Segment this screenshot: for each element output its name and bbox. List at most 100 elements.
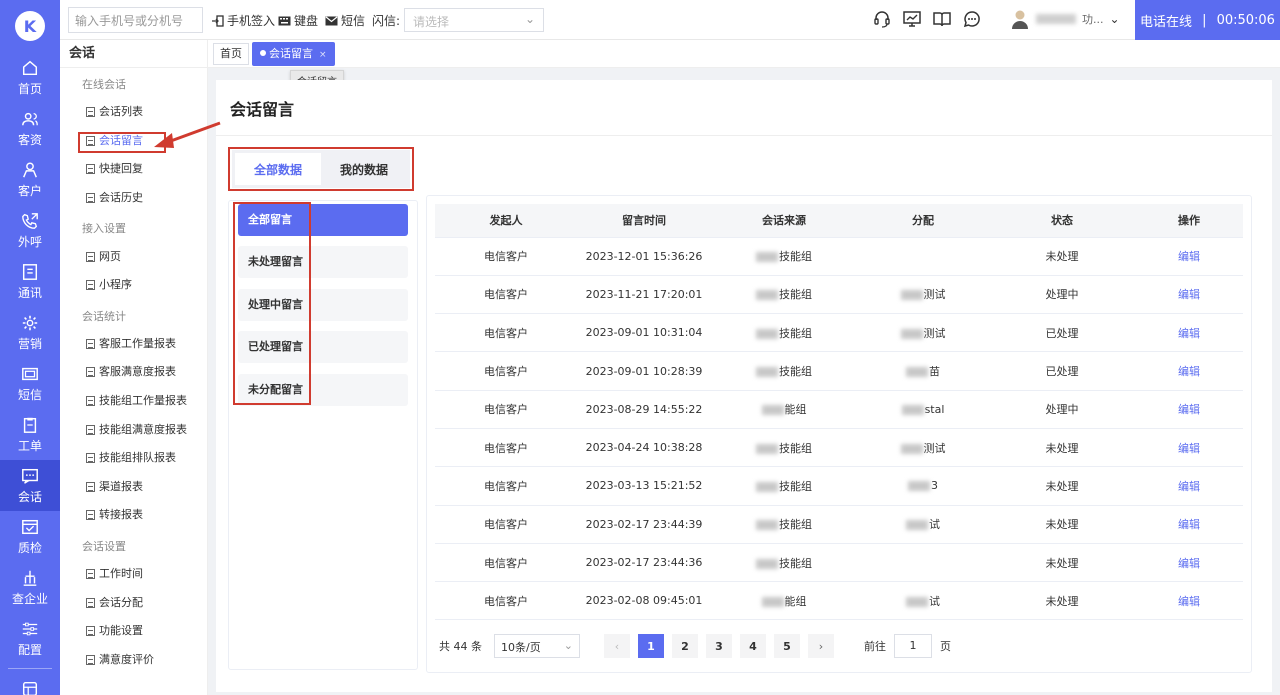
close-icon[interactable]: × (319, 50, 327, 60)
cell-assign-text: 苗 (929, 365, 940, 379)
prev-page-button[interactable]: ‹ (604, 634, 630, 658)
rail-item-10[interactable]: 查企业 (0, 562, 60, 613)
cell-initiator: 电信客户 (435, 390, 577, 429)
document-icon (86, 510, 95, 521)
rail-item-7[interactable]: 工单 (0, 409, 60, 460)
sidebar-item[interactable]: 会话历史 (60, 184, 207, 213)
cell-status: 已处理 (989, 351, 1135, 391)
cell-time: 2023-09-01 10:31:04 (577, 313, 711, 353)
cell-source-text: 能组 (784, 594, 807, 608)
headset-icon[interactable] (872, 9, 892, 29)
edit-link[interactable]: 编辑 (1178, 595, 1200, 608)
rail-item-11[interactable]: 配置 (0, 613, 60, 664)
sidebar-item[interactable]: 会话分配 (60, 588, 207, 617)
user-name: 功... (1082, 13, 1104, 26)
edit-link[interactable]: 编辑 (1178, 288, 1200, 301)
phone-signin-button[interactable]: 手机签入 (212, 12, 275, 29)
sidebar-item-label: 技能组排队报表 (99, 451, 176, 465)
page-button[interactable]: 5 (774, 634, 800, 658)
left-rail: K 首页客资客户外呼通讯营销短信工单会话质检查企业配置应用 (0, 0, 60, 695)
title-divider (216, 135, 1272, 136)
table-row: 电信客户 2023-02-17 23:44:36 技能组 未处理 编辑 (435, 543, 1243, 583)
rail-item-2[interactable]: 客户 (0, 154, 60, 205)
cell-initiator: 电信客户 (435, 581, 577, 621)
sidebar-item[interactable]: 技能组排队报表 (60, 444, 207, 473)
cell-action: 编辑 (1135, 237, 1243, 276)
sidebar-item[interactable]: 技能组工作量报表 (60, 387, 207, 416)
sidebar-item[interactable]: 客服工作量报表 (60, 330, 207, 359)
toolbar-icons (872, 9, 982, 29)
rail-item-label: 营销 (17, 336, 42, 351)
sidebar-item[interactable]: 客服满意度报表 (60, 358, 207, 387)
sidebar-item[interactable]: 技能组满意度报表 (60, 415, 207, 444)
sidebar-item-label: 工作时间 (99, 567, 143, 581)
tabs-row: 首页 会话留言 × (208, 40, 1280, 68)
rail-item-8[interactable]: 会话 (0, 460, 60, 511)
rail-item-0[interactable]: 首页 (0, 52, 60, 103)
cell-action: 编辑 (1135, 428, 1243, 468)
sidebar-item[interactable]: 转接报表 (60, 501, 207, 530)
call-status-label: 电话在线 (1140, 14, 1193, 30)
sms-button[interactable]: 短信 (325, 12, 365, 29)
chat-bubble-icon[interactable] (962, 9, 982, 29)
keyboard-button[interactable]: 键盘 (278, 12, 318, 29)
sidebar-item-label: 快捷回复 (99, 162, 143, 176)
edit-link[interactable]: 编辑 (1178, 365, 1200, 378)
keyboard-label: 键盘 (294, 14, 319, 28)
page-size-select[interactable]: 10条/页 ⌄ (494, 634, 580, 658)
cell-action: 编辑 (1135, 543, 1243, 583)
page-button[interactable]: 1 (638, 634, 664, 658)
sidebar-item[interactable]: 渠道报表 (60, 473, 207, 502)
next-page-button[interactable]: › (808, 634, 834, 658)
edit-link[interactable]: 编辑 (1178, 250, 1200, 263)
table-row: 电信客户 2023-08-29 14:55:22 能组 stal 处理中 编辑 (435, 390, 1243, 429)
rail-item-5[interactable]: 营销 (0, 307, 60, 358)
page-button[interactable]: 2 (672, 634, 698, 658)
edit-link[interactable]: 编辑 (1178, 518, 1200, 531)
cell-time: 2023-03-13 15:21:52 (577, 466, 711, 506)
cell-time: 2023-09-01 10:28:39 (577, 351, 711, 391)
edit-link[interactable]: 编辑 (1178, 557, 1200, 570)
phone-search-input[interactable]: 输入手机号或分机号 (68, 7, 203, 33)
edit-link[interactable]: 编辑 (1178, 327, 1200, 340)
sidebar-item[interactable]: 工作时间 (60, 560, 207, 589)
page-button[interactable]: 4 (740, 634, 766, 658)
cell-status: 未处理 (989, 466, 1135, 506)
rail-item-3[interactable]: 外呼 (0, 205, 60, 256)
document-icon (86, 338, 95, 349)
cell-source: 技能组 (711, 428, 857, 468)
tab-current[interactable]: 会话留言 × (252, 42, 335, 66)
rail-separator (8, 668, 52, 669)
cell-source: 技能组 (711, 275, 857, 315)
contacts-icon (22, 112, 38, 125)
edit-link[interactable]: 编辑 (1178, 403, 1200, 416)
rail-item-6[interactable]: 短信 (0, 358, 60, 409)
sidebar-item[interactable]: 快捷回复 (60, 155, 207, 184)
page-button[interactable]: 3 (706, 634, 732, 658)
user-menu[interactable]: 功... ⌄ (1010, 8, 1120, 30)
flash-select[interactable]: 请选择 ⌄ (404, 8, 544, 32)
sidebar-item[interactable]: 功能设置 (60, 617, 207, 646)
sidebar-item[interactable]: 网页 (60, 242, 207, 271)
app-logo[interactable]: K (0, 0, 60, 52)
edit-link[interactable]: 编辑 (1178, 442, 1200, 455)
rail-item-1[interactable]: 客资 (0, 103, 60, 154)
cell-assign: 测试 (857, 275, 989, 315)
sidebar-group-label: 会话设置 (82, 539, 126, 553)
rail-item-9[interactable]: 质检 (0, 511, 60, 562)
book-icon[interactable] (932, 9, 952, 29)
rail-item-label: 工单 (17, 438, 42, 453)
rail-item-12[interactable]: 应用 (0, 673, 60, 695)
page-size-value: 10条/页 (501, 641, 541, 654)
redacted-block (908, 481, 930, 492)
goto-page-input[interactable]: 1 (894, 634, 932, 658)
tab-home[interactable]: 首页 (213, 43, 249, 65)
monitor-chart-icon[interactable] (902, 9, 922, 29)
edit-link[interactable]: 编辑 (1178, 480, 1200, 493)
call-status-panel[interactable]: 电话在线 | 00:50:06 (1135, 0, 1280, 40)
sidebar-item[interactable]: 小程序 (60, 271, 207, 300)
pagination: 共 44 条 10条/页 ⌄ ‹ 12345 › 前往 1 页 (439, 634, 951, 658)
rail-item-4[interactable]: 通讯 (0, 256, 60, 307)
sidebar-item[interactable]: 满意度评价 (60, 646, 207, 675)
cell-source: 技能组 (711, 505, 857, 544)
